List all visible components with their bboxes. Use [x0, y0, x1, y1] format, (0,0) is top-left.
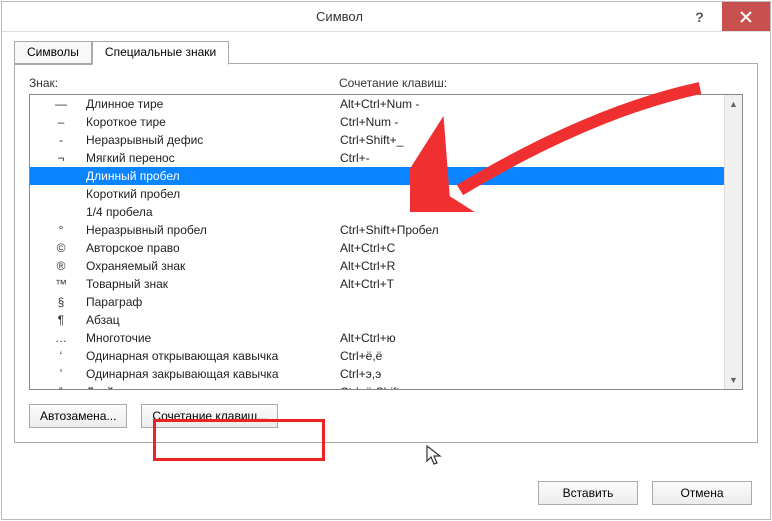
- char-name: Авторское право: [86, 241, 340, 255]
- list-item[interactable]: °Неразрывный пробелCtrl+Shift+Пробел: [30, 221, 724, 239]
- char-name: Неразрывный дефис: [86, 133, 340, 147]
- list-item[interactable]: —Длинное тиреAlt+Ctrl+Num -: [30, 95, 724, 113]
- shortcut-key-button[interactable]: Сочетание клавиш...: [141, 404, 278, 428]
- tab-panel: Знак: Сочетание клавиш: —Длинное тиреAlt…: [14, 63, 758, 443]
- char-symbol: –: [36, 115, 86, 129]
- char-symbol: ‟: [36, 385, 86, 389]
- scroll-down-icon[interactable]: ▼: [725, 371, 742, 389]
- char-symbol: §: [36, 295, 86, 309]
- char-shortcut: Ctrl+э,э: [340, 367, 718, 381]
- close-button[interactable]: [722, 2, 770, 31]
- dialog-footer: Вставить Отмена: [538, 481, 752, 505]
- char-shortcut: Alt+Ctrl+T: [340, 277, 718, 291]
- char-name: Длинное тире: [86, 97, 340, 111]
- char-list[interactable]: —Длинное тиреAlt+Ctrl+Num -–Короткое тир…: [30, 95, 724, 389]
- char-symbol: ‘: [36, 349, 86, 363]
- dialog-window: Символ ? Символы Специальные знаки Знак:…: [1, 1, 771, 520]
- char-symbol: …: [36, 331, 86, 345]
- tab-special-chars[interactable]: Специальные знаки: [92, 41, 229, 65]
- char-shortcut: Ctrl+Shift+_: [340, 133, 718, 147]
- list-item[interactable]: ‟Двойная открывающая кавычкаCtrl+ё,Shift…: [30, 383, 724, 389]
- list-item[interactable]: ¶Абзац: [30, 311, 724, 329]
- close-icon: [740, 11, 752, 23]
- char-symbol: °: [36, 223, 86, 237]
- list-item[interactable]: –Короткое тиреCtrl+Num -: [30, 113, 724, 131]
- cancel-button[interactable]: Отмена: [652, 481, 752, 505]
- insert-button[interactable]: Вставить: [538, 481, 638, 505]
- char-symbol: ©: [36, 241, 86, 255]
- char-shortcut: Alt+Ctrl+R: [340, 259, 718, 273]
- char-name: Короткое тире: [86, 115, 340, 129]
- char-name: Одинарная закрывающая кавычка: [86, 367, 340, 381]
- char-shortcut: Alt+Ctrl+Num -: [340, 97, 718, 111]
- char-name: Неразрывный пробел: [86, 223, 340, 237]
- char-name: Охраняемый знак: [86, 259, 340, 273]
- char-shortcut: Alt+Ctrl+ю: [340, 331, 718, 345]
- char-name: Двойная открывающая кавычка: [86, 385, 340, 389]
- char-shortcut: Ctrl+ё,Shift+э: [340, 385, 718, 389]
- char-symbol: —: [36, 97, 86, 111]
- list-item[interactable]: 1/4 пробела: [30, 203, 724, 221]
- list-item[interactable]: …МноготочиеAlt+Ctrl+ю: [30, 329, 724, 347]
- list-item[interactable]: §Параграф: [30, 293, 724, 311]
- char-name: Товарный знак: [86, 277, 340, 291]
- titlebar: Символ ?: [2, 2, 770, 32]
- button-row: Автозамена... Сочетание клавиш...: [29, 404, 743, 428]
- char-name: Параграф: [86, 295, 340, 309]
- char-shortcut: Ctrl+ё,ё: [340, 349, 718, 363]
- list-item[interactable]: ©Авторское правоAlt+Ctrl+C: [30, 239, 724, 257]
- list-item[interactable]: ®Охраняемый знакAlt+Ctrl+R: [30, 257, 724, 275]
- char-symbol: ™: [36, 277, 86, 291]
- char-shortcut: Ctrl+-: [340, 151, 718, 165]
- list-item[interactable]: ‘Одинарная открывающая кавычкаCtrl+ё,ё: [30, 347, 724, 365]
- char-list-container: —Длинное тиреAlt+Ctrl+Num -–Короткое тир…: [29, 94, 743, 390]
- list-item[interactable]: ™Товарный знакAlt+Ctrl+T: [30, 275, 724, 293]
- list-item[interactable]: ¬Мягкий переносCtrl+-: [30, 149, 724, 167]
- char-name: Многоточие: [86, 331, 340, 345]
- help-button[interactable]: ?: [677, 2, 722, 31]
- column-headers: Знак: Сочетание клавиш:: [29, 76, 743, 90]
- list-item[interactable]: -Неразрывный дефисCtrl+Shift+_: [30, 131, 724, 149]
- char-name: 1/4 пробела: [86, 205, 340, 219]
- list-item[interactable]: ’Одинарная закрывающая кавычкаCtrl+э,э: [30, 365, 724, 383]
- char-shortcut: Ctrl+Shift+Пробел: [340, 223, 718, 237]
- char-name: Длинный пробел: [86, 169, 340, 183]
- char-shortcut: Alt+Ctrl+C: [340, 241, 718, 255]
- dialog-title: Символ: [2, 9, 677, 24]
- char-name: Абзац: [86, 313, 340, 327]
- list-item[interactable]: Длинный пробел: [30, 167, 724, 185]
- tab-bar: Символы Специальные знаки: [14, 40, 758, 64]
- char-name: Мягкий перенос: [86, 151, 340, 165]
- scrollbar[interactable]: ▲ ▼: [724, 95, 742, 389]
- char-shortcut: Ctrl+Num -: [340, 115, 718, 129]
- char-name: Одинарная открывающая кавычка: [86, 349, 340, 363]
- char-symbol: ¬: [36, 151, 86, 165]
- char-symbol: ¶: [36, 313, 86, 327]
- header-char: Знак:: [29, 76, 339, 90]
- char-symbol: ®: [36, 259, 86, 273]
- char-name: Короткий пробел: [86, 187, 340, 201]
- char-symbol: ’: [36, 367, 86, 381]
- scroll-up-icon[interactable]: ▲: [725, 95, 742, 113]
- autocorrect-button[interactable]: Автозамена...: [29, 404, 127, 428]
- list-item[interactable]: Короткий пробел: [30, 185, 724, 203]
- char-symbol: -: [36, 133, 86, 147]
- titlebar-controls: ?: [677, 2, 770, 31]
- header-shortcut: Сочетание клавиш:: [339, 76, 743, 90]
- dialog-content: Символы Специальные знаки Знак: Сочетани…: [2, 32, 770, 453]
- tab-symbols[interactable]: Символы: [14, 41, 92, 65]
